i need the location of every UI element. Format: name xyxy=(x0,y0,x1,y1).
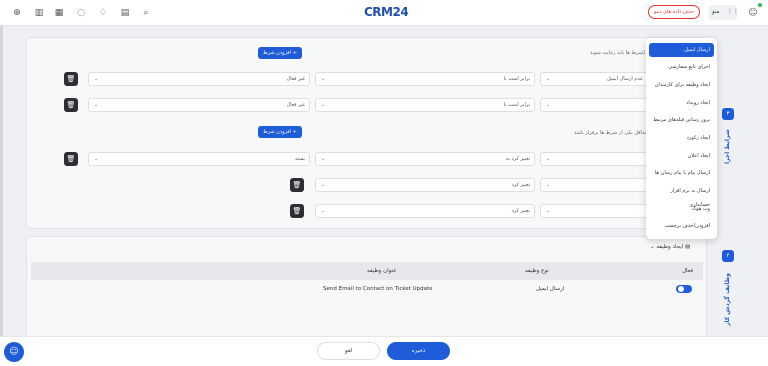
dropdown-item[interactable]: ارسال ایمیل xyxy=(649,43,714,57)
action-type-dropdown: ارسال ایمیل اجرای تابع سفارشی ایجاد وظیف… xyxy=(646,38,717,239)
condition-value-value: بسته xyxy=(294,156,305,162)
step-4-badge: ۴ xyxy=(722,250,734,262)
chevron-down-icon: ⌄ xyxy=(321,208,326,214)
column-task-title: عنوان وظیفه xyxy=(367,268,397,274)
cancel-button[interactable]: لغو xyxy=(317,342,380,360)
chevron-down-icon: ⌄ xyxy=(321,102,326,108)
task-active-toggle[interactable] xyxy=(676,285,692,293)
online-status-dot xyxy=(758,3,762,7)
step-4-label: وظایف گردش کار xyxy=(724,273,731,326)
condition-operator-value: برابر است با xyxy=(503,102,530,108)
condition-value-select[interactable]: ⌄ بسته xyxy=(88,152,310,166)
dropdown-item[interactable]: اجرای تابع سفارشی xyxy=(649,60,714,74)
chat-icon[interactable]: ◌ xyxy=(74,6,88,20)
condition-operator-value: تغییر کرد xyxy=(511,208,530,214)
condition-field-select[interactable]: ⌄ xyxy=(540,204,648,218)
add-condition-button[interactable]: افزودن شرط + xyxy=(258,47,302,59)
chevron-down-icon: ⌄ xyxy=(546,156,551,162)
dropdown-item[interactable]: ایجاد اعلان xyxy=(649,149,714,163)
condition-value-select[interactable]: ⌄ غیر فعال xyxy=(88,72,310,86)
building-icon[interactable]: ▥ xyxy=(32,6,46,20)
chevron-down-icon: ⌄ xyxy=(94,102,99,108)
delete-demo-data-button[interactable]: حذف داده های دمو xyxy=(648,5,700,19)
tasks-table-header: فعال نوع وظیفه عنوان وظیفه xyxy=(31,262,703,280)
chevron-down-icon: ⌄ xyxy=(546,182,551,188)
condition-value-value: غیر فعال xyxy=(286,102,305,108)
menu-label: منو xyxy=(712,9,720,15)
condition-operator-select[interactable]: ⌄ تغییر کرد xyxy=(315,204,535,218)
condition-field-select[interactable]: ⌄ عدم ارسال ایمیل xyxy=(540,72,648,86)
dropdown-item[interactable]: ایجاد وظیفه برای کارمندان xyxy=(649,78,714,92)
delete-condition-button[interactable]: 🗑 xyxy=(64,152,78,166)
bottom-bar xyxy=(0,336,768,366)
plus-circle-icon[interactable]: ⊕ xyxy=(10,6,24,20)
clipboard-icon[interactable]: ▤ xyxy=(118,6,132,20)
bell-icon[interactable]: ♢ xyxy=(96,6,110,20)
step-3-badge: ۳ xyxy=(722,108,734,120)
dropdown-item[interactable]: ایجاد رویداد xyxy=(649,96,714,110)
chevron-down-icon: ⌄ xyxy=(94,156,99,162)
chevron-down-icon: ⌄ xyxy=(546,208,551,214)
left-scrollbar[interactable] xyxy=(0,26,3,336)
dropdown-item[interactable]: ارسال به نرم افزار حسابداری xyxy=(649,184,714,208)
column-task-type: نوع وظیفه xyxy=(525,268,549,274)
condition-operator-value: تغییر کرد به xyxy=(505,156,530,162)
support-chat-icon[interactable]: ☺ xyxy=(4,342,24,362)
condition-field-value: عدم ارسال ایمیل xyxy=(607,76,643,82)
dropdown-item[interactable]: افزودن/حذف برچسب xyxy=(649,219,714,233)
condition-value-select[interactable]: ⌄ غیر فعال xyxy=(88,98,310,112)
user-icon[interactable]: ☺ xyxy=(746,6,760,20)
dropdown-item[interactable]: ایجاد رکورد xyxy=(649,131,714,145)
save-button[interactable]: ذخیره xyxy=(387,342,450,360)
condition-operator-select[interactable]: ⌄ تغییر کرد xyxy=(315,178,535,192)
column-active: فعال xyxy=(682,268,693,274)
conditions-hint-all: شرط ها باید رعایت شوند) xyxy=(590,50,645,56)
search-icon[interactable]: ⌕ xyxy=(139,6,153,20)
delete-condition-button[interactable]: 🗑 xyxy=(290,178,304,192)
delete-condition-button[interactable]: 🗑 xyxy=(290,204,304,218)
condition-value-value: غیر فعال xyxy=(286,76,305,82)
condition-field-select[interactable]: ⌄ xyxy=(540,178,648,192)
chevron-down-icon: ⌄ xyxy=(321,182,326,188)
create-task-label: ایجاد وظیفه xyxy=(656,244,684,250)
condition-operator-select[interactable]: ⌄ برابر است با xyxy=(315,98,535,112)
chevron-down-icon: ⌄ xyxy=(321,76,326,82)
condition-operator-select[interactable]: ⌄ تغییر کرد به xyxy=(315,152,535,166)
task-type-cell: ارسال ایمیل xyxy=(536,286,565,292)
delete-condition-button[interactable]: 🗑 xyxy=(64,72,78,86)
task-title-cell[interactable]: Send Email to Contact on Ticket Update xyxy=(323,286,433,292)
chevron-down-icon: ⌄ xyxy=(546,76,551,82)
dropdown-item[interactable]: بروز رسانی فیلدهای مرتبط xyxy=(649,113,714,127)
condition-field-select[interactable]: ⌄ xyxy=(540,152,648,166)
conditions-hint-any: حداقل یکی از شرط ها برقرار باشد) xyxy=(574,130,649,136)
condition-operator-value: تغییر کرد xyxy=(511,182,530,188)
add-condition-button[interactable]: افزودن شرط + xyxy=(258,126,302,138)
condition-operator-select[interactable]: ⌄ برابر است با xyxy=(315,72,535,86)
step-3-label: شرایط اجرا xyxy=(724,129,731,164)
grid-icon: ⋮⋮ xyxy=(727,8,739,15)
delete-condition-button[interactable]: 🗑 xyxy=(64,98,78,112)
dropdown-item[interactable]: ارسال پیام با پیام رسان ها xyxy=(649,166,714,180)
task-icon: ▤ xyxy=(685,244,691,250)
create-task-toggle[interactable]: ⌄ ایجاد وظیفه ▤ xyxy=(650,244,690,250)
top-bar: ⊕ ▥ ▦ ◌ ♢ ▤ ⌕ CRM24 حذف داده های دمو منو… xyxy=(0,0,768,26)
chevron-down-icon: ⌄ xyxy=(321,156,326,162)
dropdown-item[interactable]: وب هوک xyxy=(649,202,714,216)
calendar-icon[interactable]: ▦ xyxy=(52,6,66,20)
chevron-down-icon: ⌄ xyxy=(546,102,551,108)
condition-field-select[interactable]: ⌄ xyxy=(540,98,648,112)
logo: CRM24 xyxy=(364,5,409,19)
condition-operator-value: برابر است با xyxy=(503,76,530,82)
chevron-down-icon: ⌄ xyxy=(94,76,99,82)
